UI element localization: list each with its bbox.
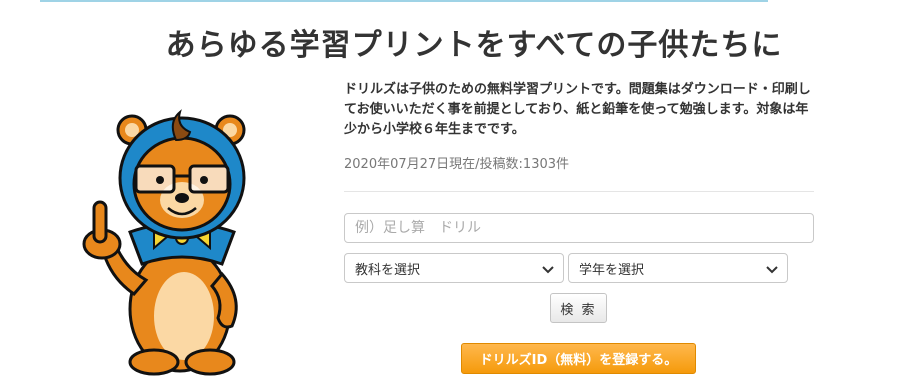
site-description: ドリルズは子供のための無料学習プリントです。問題集はダウンロード・印刷してお使い… — [344, 82, 811, 137]
keyword-search-input[interactable] — [344, 213, 814, 243]
grade-select[interactable]: 学年を選択 — [568, 253, 788, 283]
section-divider — [344, 191, 814, 192]
chevron-down-icon — [766, 266, 778, 274]
subject-select[interactable]: 教科を選択 — [344, 253, 564, 283]
chevron-down-icon — [542, 266, 554, 274]
grade-select-label: 学年を選択 — [579, 262, 645, 278]
search-button[interactable]: 検 索 — [550, 293, 607, 323]
post-count-status: 2020年07月27日現在/投稿数:1303件 — [344, 157, 570, 172]
bear-mascot-icon — [72, 104, 252, 384]
page-title: あらゆる学習プリントをすべての子供たちに — [165, 28, 783, 63]
subject-select-label: 教科を選択 — [355, 262, 421, 278]
register-drills-id-button[interactable]: ドリルズID（無料）を登録する。 — [461, 343, 696, 374]
top-divider — [40, 0, 768, 2]
